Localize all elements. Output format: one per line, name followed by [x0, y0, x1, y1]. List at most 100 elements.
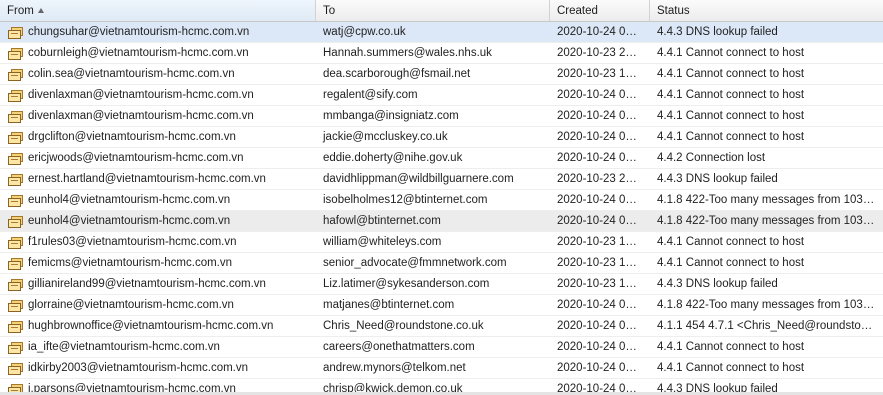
column-header-from[interactable]: From	[0, 0, 316, 21]
cell-from: ia_ifte@vietnamtourism-hcmc.com.vn	[0, 337, 316, 357]
cell-to: matjanes@btinternet.com	[323, 299, 455, 311]
table-row[interactable]: colin.sea@vietnamtourism-hcmc.com.vn dea.…	[0, 64, 883, 85]
message-icon	[8, 89, 23, 102]
cell-status: 4.1.8 422-Too many messages from 103.2…	[657, 215, 883, 227]
cell-created: 2020-10-24 08:18	[557, 131, 648, 143]
message-icon	[8, 173, 23, 186]
from-address: divenlaxman@vietnamtourism-hcmc.com.vn	[28, 109, 254, 122]
table-row[interactable]: f1rules03@vietnamtourism-hcmc.com.vn will…	[0, 232, 883, 253]
cell-to: davidhlippman@wildbillguarnere.com	[323, 173, 514, 185]
from-address: chungsuhar@vietnamtourism-hcmc.com.vn	[28, 25, 250, 38]
table-row[interactable]: gillianireland99@vietnamtourism-hcmc.com…	[0, 274, 883, 295]
cell-from: ernest.hartland@vietnamtourism-hcmc.com.…	[0, 169, 316, 189]
from-address: hughbrownoffice@vietnamtourism-hcmc.com.…	[28, 319, 274, 332]
cell-status: 4.4.1 Cannot connect to host	[657, 131, 805, 143]
table-row[interactable]: hughbrownoffice@vietnamtourism-hcmc.com.…	[0, 316, 883, 337]
cell-from: ericjwoods@vietnamtourism-hcmc.com.vn	[0, 148, 316, 168]
table-row[interactable]: divenlaxman@vietnamtourism-hcmc.com.vn mm…	[0, 106, 883, 127]
cell-to: Liz.latimer@sykesanderson.com	[323, 278, 490, 290]
cell-created: 2020-10-23 21:30	[557, 47, 648, 59]
cell-from: eunhol4@vietnamtourism-hcmc.com.vn	[0, 211, 316, 231]
cell-created: 2020-10-23 16:29	[557, 278, 648, 290]
cell-created: 2020-10-24 07:53	[557, 299, 648, 311]
message-icon	[8, 131, 23, 144]
from-address: ernest.hartland@vietnamtourism-hcmc.com.…	[28, 172, 266, 185]
table-row[interactable]: eunhol4@vietnamtourism-hcmc.com.vn isobel…	[0, 190, 883, 211]
cell-to: Hannah.summers@wales.nhs.uk	[323, 47, 492, 59]
cell-status: 4.4.3 DNS lookup failed	[657, 278, 778, 290]
cell-from: gillianireland99@vietnamtourism-hcmc.com…	[0, 274, 316, 294]
cell-from: chungsuhar@vietnamtourism-hcmc.com.vn	[0, 22, 316, 42]
message-icon	[8, 215, 23, 228]
cell-created: 2020-10-24 05:24	[557, 110, 648, 122]
cell-created: 2020-10-23 21:30	[557, 173, 648, 185]
cell-from: hughbrownoffice@vietnamtourism-hcmc.com.…	[0, 316, 316, 336]
cell-status: 4.4.1 Cannot connect to host	[657, 257, 805, 269]
cell-to: isobelholmes12@btinternet.com	[323, 194, 488, 206]
cell-to: Chris_Need@roundstone.co.uk	[323, 320, 484, 332]
message-icon	[8, 236, 23, 249]
cell-created: 2020-10-24 05:59	[557, 152, 648, 164]
cell-to: careers@onethatmatters.com	[323, 341, 475, 353]
cell-to: hafowl@btinternet.com	[323, 215, 441, 227]
cell-to: watj@cpw.co.uk	[323, 26, 406, 38]
cell-to: jackie@mccluskey.co.uk	[323, 131, 448, 143]
column-header-status-label: Status	[657, 5, 690, 17]
table-row[interactable]: ericjwoods@vietnamtourism-hcmc.com.vn edd…	[0, 148, 883, 169]
table-body: chungsuhar@vietnamtourism-hcmc.com.vn wat…	[0, 22, 883, 395]
from-address: idkirby2003@vietnamtourism-hcmc.com.vn	[28, 361, 249, 374]
cell-status: 4.4.2 Connection lost	[657, 152, 766, 164]
table-row[interactable]: eunhol4@vietnamtourism-hcmc.com.vn hafowl…	[0, 211, 883, 232]
table-row[interactable]: chungsuhar@vietnamtourism-hcmc.com.vn wat…	[0, 22, 883, 43]
column-header-created-label: Created	[557, 5, 598, 17]
cell-from: divenlaxman@vietnamtourism-hcmc.com.vn	[0, 106, 316, 126]
cell-created: 2020-10-24 04:45	[557, 215, 648, 227]
from-address: coburnleigh@vietnamtourism-hcmc.com.vn	[28, 46, 249, 59]
from-address: ia_ifte@vietnamtourism-hcmc.com.vn	[28, 340, 220, 353]
cell-created: 2020-10-24 05:24	[557, 89, 648, 101]
table-row[interactable]: femicms@vietnamtourism-hcmc.com.vn senior…	[0, 253, 883, 274]
cell-created: 2020-10-24 00:13	[557, 320, 648, 332]
message-icon	[8, 68, 23, 81]
message-icon	[8, 341, 23, 354]
cell-from: drgclifton@vietnamtourism-hcmc.com.vn	[0, 127, 316, 147]
cell-status: 4.4.1 Cannot connect to host	[657, 47, 805, 59]
column-header-to-label: To	[323, 5, 336, 17]
queue-table: From To Created Status chungsuhar@vietna…	[0, 0, 883, 395]
from-address: ericjwoods@vietnamtourism-hcmc.com.vn	[28, 151, 244, 164]
table-row[interactable]: divenlaxman@vietnamtourism-hcmc.com.vn re…	[0, 85, 883, 106]
cell-status: 4.4.1 Cannot connect to host	[657, 236, 805, 248]
cell-created: 2020-10-24 01:06	[557, 362, 648, 374]
cell-status: 4.1.8 422-Too many messages from 103.2…	[657, 299, 883, 311]
table-row[interactable]: ernest.hartland@vietnamtourism-hcmc.com.…	[0, 169, 883, 190]
table-row[interactable]: glorraine@vietnamtourism-hcmc.com.vn matj…	[0, 295, 883, 316]
table-row[interactable]: coburnleigh@vietnamtourism-hcmc.com.vn Ha…	[0, 43, 883, 64]
cell-from: f1rules03@vietnamtourism-hcmc.com.vn	[0, 232, 316, 252]
column-header-status[interactable]: Status	[650, 0, 883, 21]
column-header-to[interactable]: To	[316, 0, 550, 21]
column-header-created[interactable]: Created	[550, 0, 650, 21]
cell-created: 2020-10-24 07:53	[557, 341, 648, 353]
cell-status: 4.4.1 Cannot connect to host	[657, 68, 805, 80]
cell-to: mmbanga@insigniatz.com	[323, 110, 459, 122]
cell-to: andrew.mynors@telkom.net	[323, 362, 466, 374]
message-icon	[8, 257, 23, 270]
cell-to: eddie.doherty@nihe.gov.uk	[323, 152, 463, 164]
cell-status: 4.4.1 Cannot connect to host	[657, 341, 805, 353]
table-row[interactable]: ia_ifte@vietnamtourism-hcmc.com.vn career…	[0, 337, 883, 358]
cell-from: idkirby2003@vietnamtourism-hcmc.com.vn	[0, 358, 316, 378]
cell-created: 2020-10-23 14:59	[557, 257, 648, 269]
cell-status: 4.4.3 DNS lookup failed	[657, 26, 778, 38]
cell-to: william@whiteleys.com	[323, 236, 442, 248]
from-address: gillianireland99@vietnamtourism-hcmc.com…	[28, 277, 266, 290]
table-row[interactable]: drgclifton@vietnamtourism-hcmc.com.vn jac…	[0, 127, 883, 148]
cell-from: colin.sea@vietnamtourism-hcmc.com.vn	[0, 64, 316, 84]
message-icon	[8, 110, 23, 123]
cell-status: 4.4.1 Cannot connect to host	[657, 362, 805, 374]
message-icon	[8, 152, 23, 165]
table-row[interactable]: idkirby2003@vietnamtourism-hcmc.com.vn an…	[0, 358, 883, 379]
message-icon	[8, 278, 23, 291]
cell-created: 2020-10-23 19:41	[557, 68, 648, 80]
cell-status: 4.1.8 422-Too many messages from 103.2…	[657, 194, 883, 206]
cell-from: eunhol4@vietnamtourism-hcmc.com.vn	[0, 190, 316, 210]
